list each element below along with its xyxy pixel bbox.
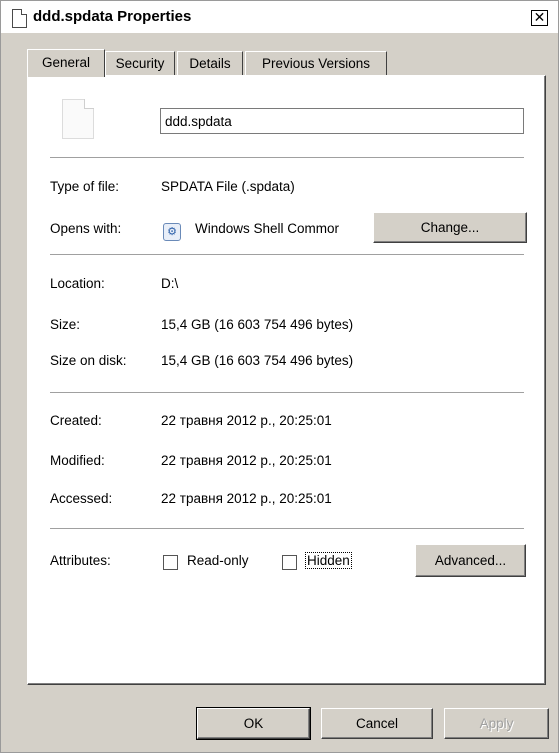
file-name-input[interactable] — [160, 108, 524, 134]
close-button[interactable]: ✕ — [531, 10, 548, 26]
read-only-checkbox[interactable] — [163, 555, 178, 570]
tab-previous-versions[interactable]: Previous Versions — [245, 51, 387, 76]
size-value: 15,4 GB (16 603 754 496 bytes) — [161, 317, 354, 332]
properties-dialog: ddd.spdata Properties ✕ General Security… — [0, 0, 559, 753]
separator — [50, 157, 524, 159]
modified-label: Modified: — [50, 453, 105, 468]
change-button-label: Change... — [420, 220, 480, 235]
location-label: Location: — [50, 276, 105, 291]
ok-button-label: OK — [243, 716, 264, 731]
document-icon — [12, 9, 27, 28]
cancel-button-label: Cancel — [355, 716, 399, 731]
advanced-button[interactable]: Advanced... — [415, 544, 526, 577]
apply-button[interactable]: Apply — [444, 708, 549, 739]
tab-details[interactable]: Details — [177, 51, 243, 76]
modified-value: 22 травня 2012 р., 20:25:01 — [161, 453, 332, 468]
attributes-label: Attributes: — [50, 553, 111, 568]
advanced-button-label: Advanced... — [434, 553, 507, 568]
read-only-label[interactable]: Read-only — [187, 553, 249, 568]
opens-with-value: Windows Shell Commor — [195, 221, 340, 236]
apply-button-label: Apply — [479, 716, 514, 731]
cancel-button[interactable]: Cancel — [321, 708, 433, 739]
title-bar[interactable]: ddd.spdata Properties ✕ — [1, 1, 558, 34]
hidden-label[interactable]: Hidden — [305, 552, 352, 569]
created-label: Created: — [50, 413, 102, 428]
file-icon — [62, 99, 94, 139]
type-value: SPDATA File (.spdata) — [161, 179, 295, 194]
tab-general[interactable]: General — [27, 49, 105, 77]
accessed-label: Accessed: — [50, 491, 113, 506]
separator — [50, 528, 524, 530]
application-icon: ⚙ — [163, 223, 181, 241]
ok-button[interactable]: OK — [196, 707, 311, 740]
location-value: D:\ — [161, 276, 179, 291]
general-panel: Type of file: SPDATA File (.spdata) Open… — [27, 75, 546, 685]
type-label: Type of file: — [50, 179, 120, 194]
change-button[interactable]: Change... — [373, 212, 527, 243]
accessed-value: 22 травня 2012 р., 20:25:01 — [161, 491, 332, 506]
size-on-disk-value: 15,4 GB (16 603 754 496 bytes) — [161, 353, 354, 368]
size-on-disk-label: Size on disk: — [50, 353, 127, 368]
separator — [50, 392, 524, 394]
separator — [50, 254, 524, 256]
tab-security[interactable]: Security — [105, 51, 175, 76]
opens-with-label: Opens with: — [50, 221, 122, 236]
size-label: Size: — [50, 317, 81, 332]
hidden-checkbox[interactable] — [282, 555, 297, 570]
window-title: ddd.spdata Properties — [33, 8, 192, 25]
created-value: 22 травня 2012 р., 20:25:01 — [161, 413, 332, 428]
